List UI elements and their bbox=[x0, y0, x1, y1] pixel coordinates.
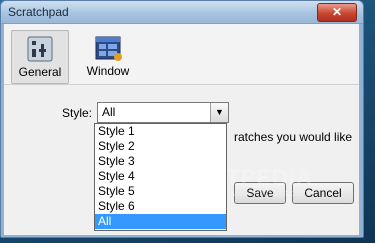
style-label: Style: bbox=[62, 106, 93, 120]
description-text: ratches you would like bbox=[234, 130, 353, 144]
close-button[interactable]: ✕ bbox=[317, 3, 357, 22]
window-grid-icon bbox=[94, 34, 122, 62]
window-title: Scratchpad bbox=[8, 5, 69, 19]
dropdown-option[interactable]: Style 4 bbox=[95, 169, 226, 184]
dropdown-option[interactable]: Style 6 bbox=[95, 199, 226, 214]
style-select[interactable]: All ▼ bbox=[97, 102, 229, 123]
dropdown-option-selected[interactable]: All bbox=[95, 214, 226, 229]
dropdown-option[interactable]: Style 2 bbox=[95, 139, 226, 154]
title-bar[interactable]: Scratchpad ✕ bbox=[1, 1, 363, 24]
chevron-down-icon[interactable]: ▼ bbox=[210, 103, 228, 122]
toolbar-general-button[interactable]: General bbox=[11, 30, 69, 84]
style-select-value: All bbox=[102, 105, 116, 119]
sliders-icon bbox=[26, 35, 54, 63]
toolbar-window-label: Window bbox=[86, 64, 130, 78]
style-dropdown-list: Style 1 Style 2 Style 3 Style 4 Style 5 … bbox=[94, 123, 227, 231]
toolbar-general-label: General bbox=[18, 65, 62, 79]
toolbar-window-button[interactable]: Window bbox=[80, 30, 136, 82]
close-icon: ✕ bbox=[331, 5, 343, 19]
toolbar: General Window bbox=[4, 24, 359, 85]
dropdown-option[interactable]: Style 3 bbox=[95, 154, 226, 169]
dropdown-option[interactable]: Style 5 bbox=[95, 184, 226, 199]
watermark-url: www.softpedia.com bbox=[230, 188, 308, 198]
dropdown-option[interactable]: Style 1 bbox=[95, 124, 226, 139]
